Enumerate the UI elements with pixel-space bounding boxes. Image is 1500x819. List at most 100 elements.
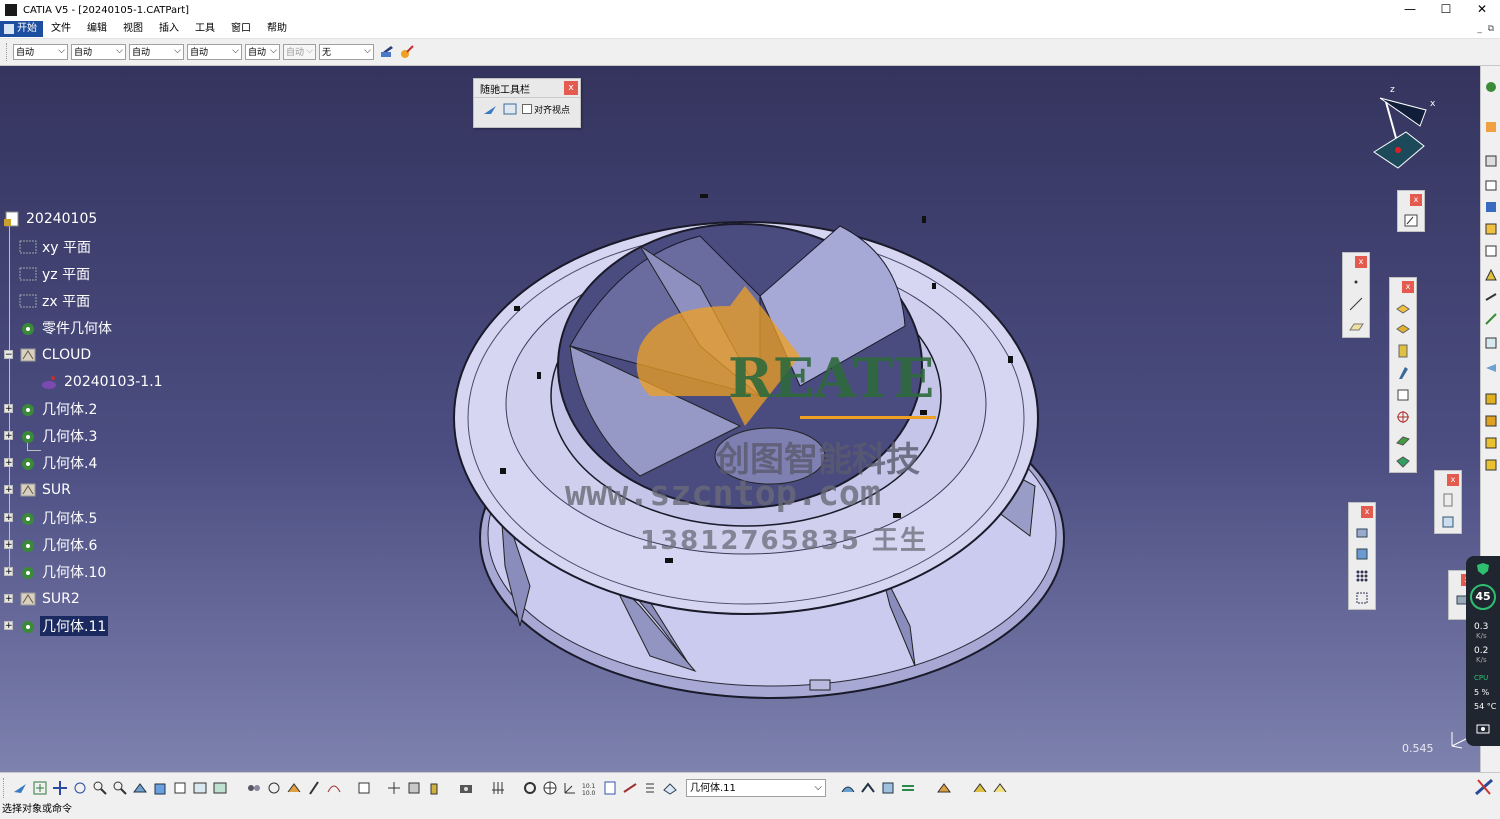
expand-toggle[interactable]: + [4, 458, 13, 468]
tool-icon-9[interactable] [1484, 336, 1498, 350]
close-icon[interactable]: x [1361, 506, 1373, 518]
performance-monitor-widget[interactable]: 45 0.3 K/s 0.2 K/s CPU 5 % 54 °C [1466, 556, 1500, 746]
close-icon[interactable]: x [1447, 474, 1459, 486]
fill-color-dropdown[interactable]: 自动 [13, 43, 68, 60]
globe-icon[interactable] [541, 779, 559, 797]
mini-toolbar-reference[interactable]: x [1342, 252, 1370, 338]
maximize-button[interactable]: ☐ [1428, 0, 1464, 20]
close-icon[interactable]: x [1402, 281, 1414, 293]
tree-item-body-2[interactable]: 几何体.2 [18, 398, 99, 420]
point-symbol-dropdown[interactable]: 自动 [245, 43, 280, 60]
tool-icon-2[interactable] [1484, 178, 1498, 192]
transform-icon[interactable] [1349, 587, 1375, 609]
expand-toggle[interactable]: + [4, 567, 13, 577]
tree-item-cloud-child[interactable]: 20240103-1.1 [40, 371, 165, 393]
tree-item-body-6[interactable]: 几何体.6 [18, 534, 99, 556]
3d-viewport[interactable]: REATE 创图智能科技 www.szcntop.com 13812765835… [0, 66, 1480, 772]
work-object-select[interactable]: 几何体.11 [686, 779, 826, 797]
workbench-gear-icon[interactable] [1484, 80, 1498, 94]
define-work-object-icon[interactable] [661, 779, 679, 797]
expand-toggle[interactable]: + [4, 594, 13, 604]
multi-section-icon[interactable] [879, 779, 897, 797]
mini-toolbar-sketch[interactable]: x [1397, 190, 1425, 232]
expand-toggle[interactable]: + [4, 485, 13, 495]
tree-item-xy-plane[interactable]: xy 平面 [18, 236, 93, 258]
tool-icon-4[interactable] [1484, 222, 1498, 236]
menu-tools[interactable]: 工具 [187, 21, 223, 37]
tree-item-body-11[interactable]: 几何体.11 [18, 615, 109, 637]
compass-widget[interactable]: z x [1366, 82, 1446, 192]
line-type-dropdown[interactable]: 自动 [187, 43, 242, 60]
close-button[interactable]: ✕ [1464, 0, 1500, 20]
tree-item-yz-plane[interactable]: yz 平面 [18, 263, 92, 285]
mini-toolbar-dress-up[interactable]: x [1348, 502, 1376, 610]
bottle-icon[interactable] [425, 779, 443, 797]
fillet-icon[interactable] [1349, 521, 1375, 543]
rotate-icon[interactable] [71, 779, 89, 797]
update-icon[interactable] [521, 779, 539, 797]
solid-combine-icon[interactable] [1390, 450, 1416, 472]
draft-analysis-icon[interactable] [305, 779, 323, 797]
axis-system-icon[interactable] [561, 779, 579, 797]
fit-all-icon[interactable] [31, 779, 49, 797]
tree-item-body-10[interactable]: 几何体.10 [18, 561, 108, 583]
constraint-icon[interactable] [1435, 489, 1461, 511]
floating-toolbar[interactable]: 随驰工具栏 x 对齐视点 [473, 78, 581, 128]
close-icon[interactable]: x [1355, 256, 1367, 268]
collapse-toggle[interactable]: − [4, 350, 13, 360]
hole-icon[interactable] [1390, 384, 1416, 406]
surface-icon[interactable] [839, 779, 857, 797]
mini-toolbar-constraint[interactable]: x [1434, 470, 1462, 534]
tool-icon-14[interactable] [1484, 458, 1498, 472]
pad-icon[interactable] [1390, 296, 1416, 318]
tool-icon-10[interactable] [1484, 360, 1498, 374]
chamfer-icon[interactable] [1349, 543, 1375, 565]
plane-tool-icon[interactable] [1343, 315, 1369, 337]
expand-toggle[interactable]: + [4, 404, 13, 414]
layer-dropdown[interactable]: 无 [319, 43, 374, 60]
slot-icon[interactable] [1390, 428, 1416, 450]
analysis-icon[interactable] [1435, 511, 1461, 533]
blend-icon[interactable] [899, 779, 917, 797]
menu-insert[interactable]: 插入 [151, 21, 187, 37]
fly-mode-icon[interactable] [481, 100, 499, 118]
zoom-out-icon[interactable] [111, 779, 129, 797]
knowledge-icon[interactable] [971, 779, 989, 797]
menu-help[interactable]: 帮助 [259, 21, 295, 37]
constraint-tool-icon[interactable] [621, 779, 639, 797]
catalog-browser-icon[interactable] [935, 779, 953, 797]
tool-icon-6[interactable] [1484, 268, 1498, 282]
tool-icon-12[interactable] [1484, 414, 1498, 428]
join-icon[interactable] [405, 779, 423, 797]
menu-window[interactable]: 窗口 [223, 21, 259, 37]
format-painter-icon[interactable] [378, 43, 396, 61]
tree-item-body-4[interactable]: 几何体.4 [18, 452, 99, 474]
analysis-tool-icon[interactable] [285, 779, 303, 797]
minimize-button[interactable]: — [1392, 0, 1428, 20]
tree-item-cloud[interactable]: CLOUD [18, 344, 93, 366]
grid-snap-icon[interactable] [489, 779, 507, 797]
measure-between-icon[interactable] [245, 779, 263, 797]
zoom-in-icon[interactable] [91, 779, 109, 797]
tool-icon-5[interactable] [1484, 244, 1498, 258]
expand-toggle[interactable]: + [4, 540, 13, 550]
menu-view[interactable]: 视图 [115, 21, 151, 37]
tree-item-body-5[interactable]: 几何体.5 [18, 507, 99, 529]
tool-icon-3[interactable] [1484, 200, 1498, 214]
tool-icon-1[interactable] [1484, 154, 1498, 168]
shading-icon[interactable] [171, 779, 189, 797]
pocket-icon[interactable] [1390, 318, 1416, 340]
hide-show-icon[interactable] [191, 779, 209, 797]
rendering-style-dropdown[interactable]: 自动 [283, 43, 316, 60]
tree-item-part-body[interactable]: 零件几何体 [18, 317, 114, 339]
floating-toolbar-close[interactable]: x [564, 81, 578, 95]
tool-icon-7[interactable] [1484, 290, 1498, 304]
sketcher-icon[interactable] [1484, 120, 1498, 134]
tree-root[interactable]: 20240105 [2, 208, 99, 230]
catalog-icon[interactable] [601, 779, 619, 797]
expand-toggle[interactable]: + [4, 621, 13, 631]
menu-edit[interactable]: 编辑 [79, 21, 115, 37]
expand-toggle[interactable]: + [4, 513, 13, 523]
normal-view-icon[interactable] [131, 779, 149, 797]
pan-icon[interactable] [51, 779, 69, 797]
